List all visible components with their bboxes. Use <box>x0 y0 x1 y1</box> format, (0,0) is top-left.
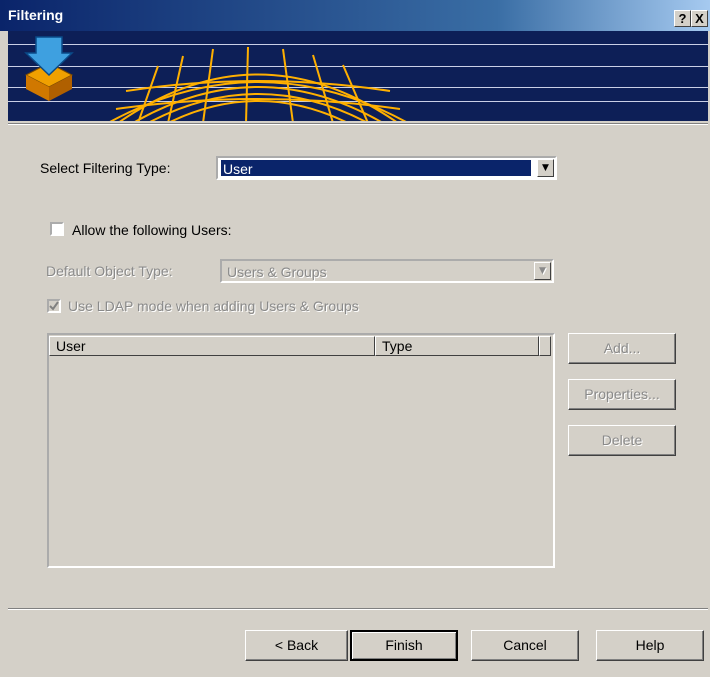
filter-type-value: User <box>221 160 531 177</box>
default-object-type-select[interactable]: Users & Groups ▼ <box>220 259 554 283</box>
chevron-down-icon[interactable]: ▼ <box>537 159 554 177</box>
filtering-dialog: Filtering ? X Select Filtering Type: Use… <box>0 0 710 677</box>
checkmark-icon <box>49 301 59 311</box>
allow-users-label: Allow the following Users: <box>72 222 232 238</box>
help-title-button[interactable]: ? <box>674 10 691 27</box>
delete-button[interactable]: Delete <box>568 425 676 456</box>
column-header-type[interactable]: Type <box>375 336 539 356</box>
finish-button[interactable]: Finish <box>350 630 458 661</box>
column-header-filler <box>539 336 551 356</box>
properties-button[interactable]: Properties... <box>568 379 676 410</box>
close-title-button[interactable]: X <box>691 10 708 27</box>
title-bar: Filtering ? X <box>0 0 710 31</box>
cancel-button[interactable]: Cancel <box>471 630 579 661</box>
globe-graphic <box>109 46 407 121</box>
filter-type-select[interactable]: User ▼ <box>216 156 557 180</box>
default-object-type-value: Users & Groups <box>227 264 327 280</box>
download-box-icon <box>24 36 74 101</box>
chevron-down-icon[interactable]: ▼ <box>534 262 551 280</box>
users-list[interactable]: User Type <box>47 333 555 568</box>
wizard-banner <box>8 31 708 121</box>
default-object-type-label: Default Object Type: <box>46 263 173 279</box>
ldap-mode-label: Use LDAP mode when adding Users & Groups <box>68 298 359 314</box>
add-button[interactable]: Add... <box>568 333 676 364</box>
back-button[interactable]: < Back <box>245 630 348 661</box>
help-button[interactable]: Help <box>596 630 704 661</box>
window-title: Filtering <box>8 7 64 23</box>
ldap-mode-checkbox[interactable] <box>47 299 61 313</box>
filter-type-label: Select Filtering Type: <box>40 160 171 176</box>
column-header-user[interactable]: User <box>49 336 375 356</box>
allow-users-checkbox[interactable] <box>50 222 64 236</box>
